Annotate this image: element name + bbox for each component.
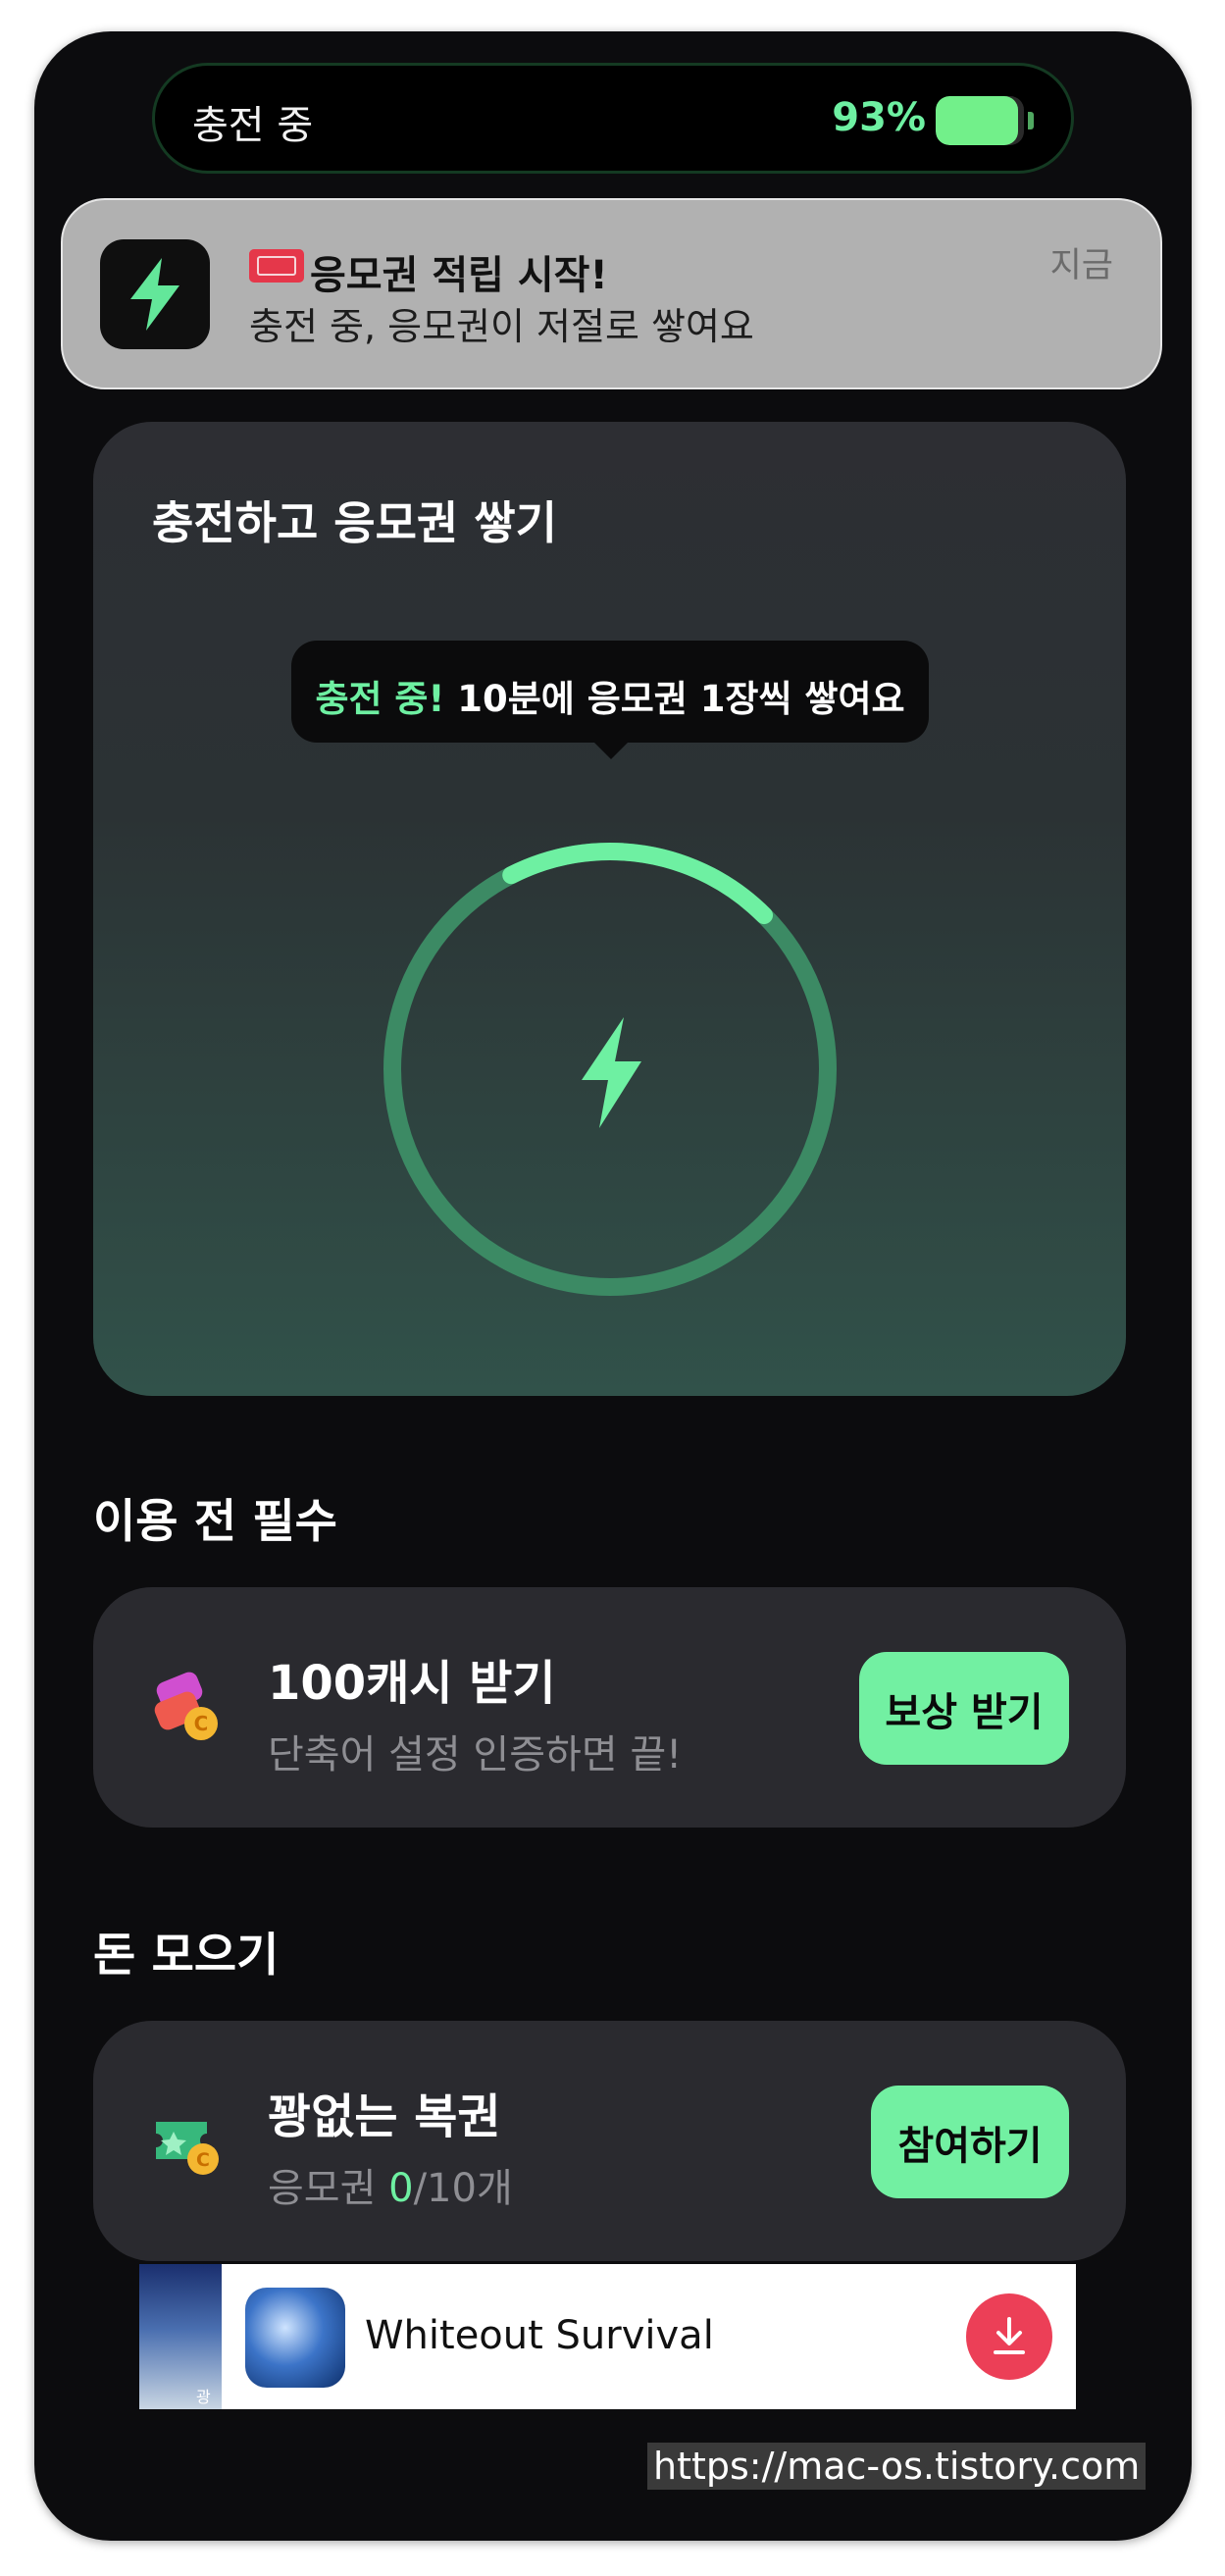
join-lottery-button[interactable]: 참여하기 bbox=[871, 2086, 1069, 2198]
svg-text:C: C bbox=[196, 2149, 210, 2171]
battery-fill bbox=[936, 96, 1018, 145]
ticket-count-suffix: /10개 bbox=[413, 2166, 513, 2211]
lottery-card[interactable]: C 꽝없는 복권 응모권 0/10개 참여하기 bbox=[93, 2021, 1126, 2261]
charge-card: 충전하고 응모권 쌓기 충전 중! 10분에 응모권 1장씩 쌓여요 bbox=[93, 422, 1126, 1396]
lottery-card-subtitle: 응모권 0/10개 bbox=[268, 2156, 513, 2213]
charge-card-title: 충전하고 응모권 쌓기 bbox=[152, 496, 557, 549]
svg-text:C: C bbox=[194, 1712, 209, 1735]
tooltip-text: 10분에 응모권 1장씩 쌓여요 bbox=[444, 678, 905, 720]
cash-card[interactable]: C 100캐시 받기 단축어 설정 인증하면 끝! 보상 받기 bbox=[93, 1587, 1126, 1828]
shortcut-coin-icon: C bbox=[154, 1672, 218, 1740]
ad-banner[interactable]: 광고 Whiteout Survival bbox=[139, 2264, 1076, 2409]
lightning-bolt-icon bbox=[582, 1017, 641, 1128]
charging-tooltip: 충전 중! 10분에 응모권 1장씩 쌓여요 bbox=[291, 641, 929, 759]
charging-label: 충전 중 bbox=[192, 103, 314, 148]
ad-label: 광고 bbox=[196, 2388, 211, 2406]
ticket-count: 0 bbox=[388, 2166, 414, 2211]
section-title-collect: 돈 모으기 bbox=[93, 1929, 280, 1983]
ad-thumbnail: 광고 bbox=[139, 2264, 222, 2409]
watermark-url: https://mac-os.tistory.com bbox=[647, 2443, 1147, 2490]
phone-screen: 충전 중 93% 응모권 적립 시작! 충전 중, 응모권이 저절로 쌓여요 지… bbox=[34, 31, 1192, 2541]
ticket-coin-icon: C bbox=[156, 2122, 219, 2175]
ad-app-name: Whiteout Survival bbox=[365, 2313, 714, 2358]
tooltip-highlight: 충전 중! bbox=[315, 678, 445, 720]
notification-title: 응모권 적립 시작! bbox=[310, 253, 608, 298]
cash-card-subtitle: 단축어 설정 인증하면 끝! bbox=[268, 1732, 683, 1777]
dynamic-island-charging-status: 충전 중 93% bbox=[152, 63, 1074, 174]
notification-banner[interactable]: 응모권 적립 시작! 충전 중, 응모권이 저절로 쌓여요 지금 bbox=[61, 198, 1162, 389]
notification-body: 충전 중, 응모권이 저절로 쌓여요 bbox=[249, 305, 754, 348]
cash-card-title: 100캐시 받기 bbox=[268, 1656, 556, 1711]
ad-app-icon bbox=[245, 2288, 345, 2388]
battery-percent: 93% bbox=[832, 95, 926, 140]
lightning-bolt-icon bbox=[100, 239, 210, 349]
download-icon bbox=[994, 2317, 1025, 2354]
charging-progress-ring bbox=[383, 843, 837, 1296]
claim-reward-button[interactable]: 보상 받기 bbox=[859, 1652, 1069, 1765]
notification-time: 지금 bbox=[1049, 246, 1113, 285]
section-title-required: 이용 전 필수 bbox=[93, 1495, 337, 1549]
admit-one-ticket-icon bbox=[249, 249, 304, 283]
ticket-count-prefix: 응모권 bbox=[268, 2166, 389, 2211]
lottery-card-title: 꽝없는 복권 bbox=[268, 2089, 501, 2144]
download-button[interactable] bbox=[966, 2293, 1052, 2380]
battery-icon bbox=[936, 96, 1034, 145]
